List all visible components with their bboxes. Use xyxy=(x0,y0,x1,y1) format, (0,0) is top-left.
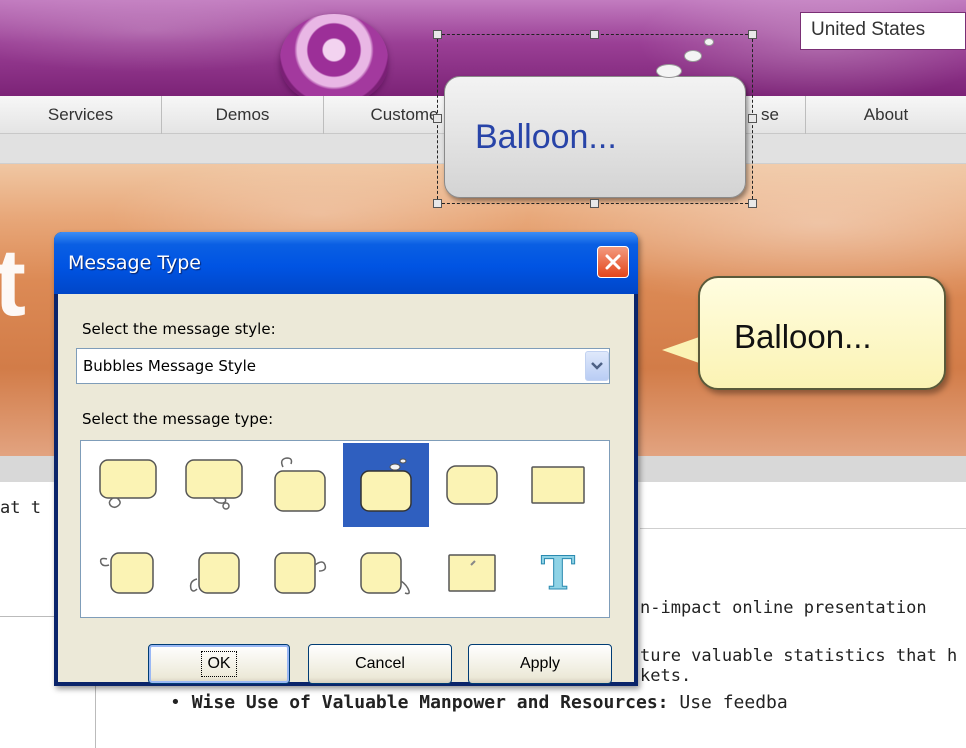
text-icon: T xyxy=(540,546,576,601)
selection-frame[interactable] xyxy=(437,34,753,204)
type-option-6[interactable] xyxy=(515,443,601,527)
balloon-tail-left-bottom-icon xyxy=(189,552,240,594)
cancel-button[interactable]: Cancel xyxy=(308,644,452,684)
rect-icon xyxy=(531,466,585,504)
resize-handle-left[interactable] xyxy=(433,114,442,123)
resize-handle-top[interactable] xyxy=(590,30,599,39)
content-line-1: n-impact online presentation xyxy=(640,598,927,618)
message-style-select[interactable]: Bubbles Message Style xyxy=(76,348,610,384)
dropdown-button[interactable] xyxy=(585,351,609,381)
message-type-grid: T xyxy=(80,440,610,618)
resize-handle-bottom-left[interactable] xyxy=(433,199,442,208)
chevron-down-icon xyxy=(591,362,603,370)
site-logo[interactable] xyxy=(280,14,388,104)
resize-handle-top-left[interactable] xyxy=(433,30,442,39)
bullet-dot-icon: • xyxy=(170,692,192,713)
rounded-rect-icon xyxy=(446,465,498,505)
ok-button[interactable]: OK xyxy=(148,644,290,684)
apply-button-label: Apply xyxy=(519,655,561,672)
apply-button[interactable]: Apply xyxy=(468,644,612,684)
content-heading-fragment: at t xyxy=(0,498,41,518)
region-selector[interactable]: United States xyxy=(800,12,966,50)
balloon-tail-left-icon xyxy=(99,552,154,594)
ok-button-label: OK xyxy=(201,651,237,677)
balloon-tail-top-icon xyxy=(274,457,326,512)
resize-handle-top-right[interactable] xyxy=(748,30,757,39)
type-option-8[interactable] xyxy=(171,531,257,615)
resize-handle-right[interactable] xyxy=(748,114,757,123)
balloon-tail-right-icon xyxy=(274,552,327,594)
resize-handle-bottom[interactable] xyxy=(590,199,599,208)
nav-item-about[interactable]: About xyxy=(806,96,966,134)
type-option-1[interactable] xyxy=(85,443,171,527)
balloon-tail-bottom-right-icon xyxy=(185,459,243,510)
type-option-2[interactable] xyxy=(171,443,257,527)
message-type-dialog: Message Type Select the message style: B… xyxy=(54,232,638,686)
type-option-12[interactable]: T xyxy=(515,531,601,615)
type-label: Select the message type: xyxy=(82,410,274,428)
type-option-4[interactable] xyxy=(343,443,429,527)
cancel-button-label: Cancel xyxy=(355,655,405,672)
content-line-3: kets. xyxy=(640,666,692,686)
balloon-tail-right-bottom-icon xyxy=(360,552,410,595)
style-label: Select the message style: xyxy=(82,320,276,338)
banner-heading-fragment: t xyxy=(0,229,26,336)
close-button[interactable] xyxy=(597,246,629,278)
type-option-3[interactable] xyxy=(257,443,343,527)
content-divider xyxy=(640,528,966,529)
type-option-9[interactable] xyxy=(257,531,343,615)
close-icon xyxy=(605,254,621,270)
type-option-7[interactable] xyxy=(85,531,171,615)
type-option-10[interactable] xyxy=(343,531,429,615)
content-bullet: • Wise Use of Valuable Manpower and Reso… xyxy=(170,692,788,713)
bullet-bold-text: Wise Use of Valuable Manpower and Resour… xyxy=(191,692,669,713)
balloon-tail-bottom-left-icon xyxy=(99,459,157,509)
nav-item-demos[interactable]: Demos xyxy=(162,96,324,134)
resize-handle-bottom-right[interactable] xyxy=(748,199,757,208)
note-icon xyxy=(448,554,496,592)
nav-item-services[interactable]: Services xyxy=(0,96,162,134)
message-style-value: Bubbles Message Style xyxy=(83,357,257,375)
balloon-bubbles-top-right-icon xyxy=(360,458,412,512)
dialog-title: Message Type xyxy=(68,252,201,274)
content-line-2: ture valuable statistics that h xyxy=(640,646,958,666)
type-option-11[interactable] xyxy=(429,531,515,615)
yellow-balloon-tail xyxy=(662,336,702,364)
type-option-5[interactable] xyxy=(429,443,515,527)
bullet-rest-text: Use feedba xyxy=(668,692,788,713)
yellow-balloon-text[interactable]: Balloon... xyxy=(734,318,872,356)
dialog-titlebar[interactable]: Message Type xyxy=(54,232,638,294)
